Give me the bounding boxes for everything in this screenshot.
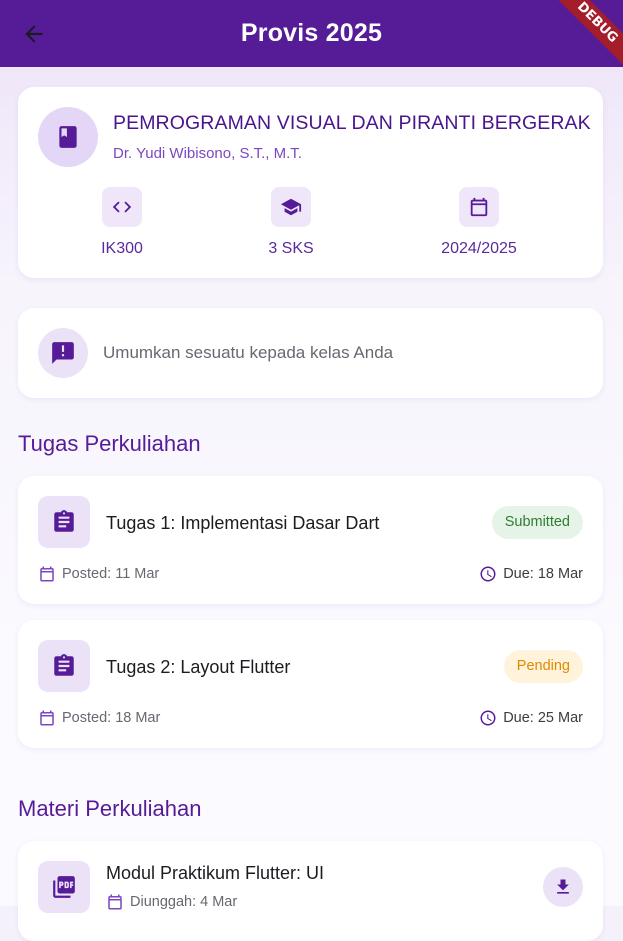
status-badge: Pending <box>503 650 583 683</box>
download-icon <box>557 879 569 894</box>
course-code-item: IK300 <box>42 187 202 258</box>
pdf-icon <box>53 876 75 898</box>
task-posted: Posted: 11 Mar <box>38 565 159 583</box>
graduation-cap-icon <box>280 198 302 216</box>
arrow-left-icon <box>25 25 43 43</box>
download-button[interactable] <box>543 867 583 907</box>
task-title: Tugas 2: Layout Flutter <box>106 657 291 677</box>
task-due-text: Due: 18 Mar <box>503 566 583 582</box>
course-info-card: PEMROGRAMAN VISUAL DAN PIRANTI BERGERAK … <box>18 87 603 278</box>
status-badge: Submitted <box>491 506 583 539</box>
announcement-input[interactable]: Umumkan sesuatu kepada kelas Anda <box>18 308 603 398</box>
back-button[interactable] <box>18 18 50 50</box>
task-posted: Posted: 18 Mar <box>38 709 160 727</box>
tasks-section-title: Tugas Perkuliahan <box>18 431 201 456</box>
code-icon <box>112 201 132 213</box>
course-title: PEMROGRAMAN VISUAL DAN PIRANTI BERGERAK <box>113 112 591 134</box>
calendar-icon <box>108 894 122 910</box>
course-year: 2024/2025 <box>441 240 517 257</box>
course-year-item: 2024/2025 <box>399 187 559 258</box>
course-code: IK300 <box>101 240 143 257</box>
task-icon-box <box>38 496 90 548</box>
announcement-placeholder: Umumkan sesuatu kepada kelas Anda <box>103 343 394 362</box>
material-uploaded-text: Diunggah: 4 Mar <box>130 894 238 910</box>
year-icon-box <box>459 187 499 227</box>
material-title: Modul Praktikum Flutter: UI <box>106 863 325 883</box>
task-due-text: Due: 25 Mar <box>503 710 583 726</box>
task-due: Due: 25 Mar <box>479 709 583 727</box>
code-icon-box <box>102 187 142 227</box>
task-due: Due: 18 Mar <box>479 565 583 583</box>
page-content: PEMROGRAMAN VISUAL DAN PIRANTI BERGERAK … <box>0 67 623 941</box>
calendar-icon <box>40 566 54 582</box>
clock-icon <box>480 710 496 726</box>
course-credits-item: 3 SKS <box>211 187 371 258</box>
app-bar: Provis 2025 DEBUG <box>0 0 623 67</box>
material-card[interactable]: Modul Praktikum Flutter: UI Diunggah: 4 … <box>18 841 603 941</box>
assignment-icon <box>54 654 74 676</box>
task-icon-box <box>38 640 90 692</box>
course-lecturer: Dr. Yudi Wibisono, S.T., M.T. <box>113 145 302 162</box>
debug-banner: DEBUG <box>546 0 623 67</box>
task-card[interactable]: Tugas 2: Layout Flutter Pending Posted: … <box>18 620 603 748</box>
calendar-icon <box>40 710 54 726</box>
material-icon-box <box>38 861 90 913</box>
material-uploaded: Diunggah: 4 Mar <box>106 893 237 911</box>
clock-icon <box>480 566 496 582</box>
book-icon <box>59 126 77 148</box>
course-credits: 3 SKS <box>268 240 314 257</box>
materials-section-title: Materi Perkuliahan <box>18 796 202 821</box>
task-card[interactable]: Tugas 1: Implementasi Dasar Dart Submitt… <box>18 476 603 604</box>
calendar-icon <box>470 197 488 217</box>
announcement-icon-box <box>38 328 88 378</box>
assignment-icon <box>54 510 74 532</box>
course-avatar <box>38 107 98 167</box>
credits-icon-box <box>271 187 311 227</box>
task-posted-text: Posted: 11 Mar <box>62 566 160 582</box>
task-title: Tugas 1: Implementasi Dasar Dart <box>106 513 380 533</box>
announcement-icon <box>52 342 74 364</box>
page-title: Provis 2025 <box>240 19 383 47</box>
task-posted-text: Posted: 18 Mar <box>62 710 161 726</box>
